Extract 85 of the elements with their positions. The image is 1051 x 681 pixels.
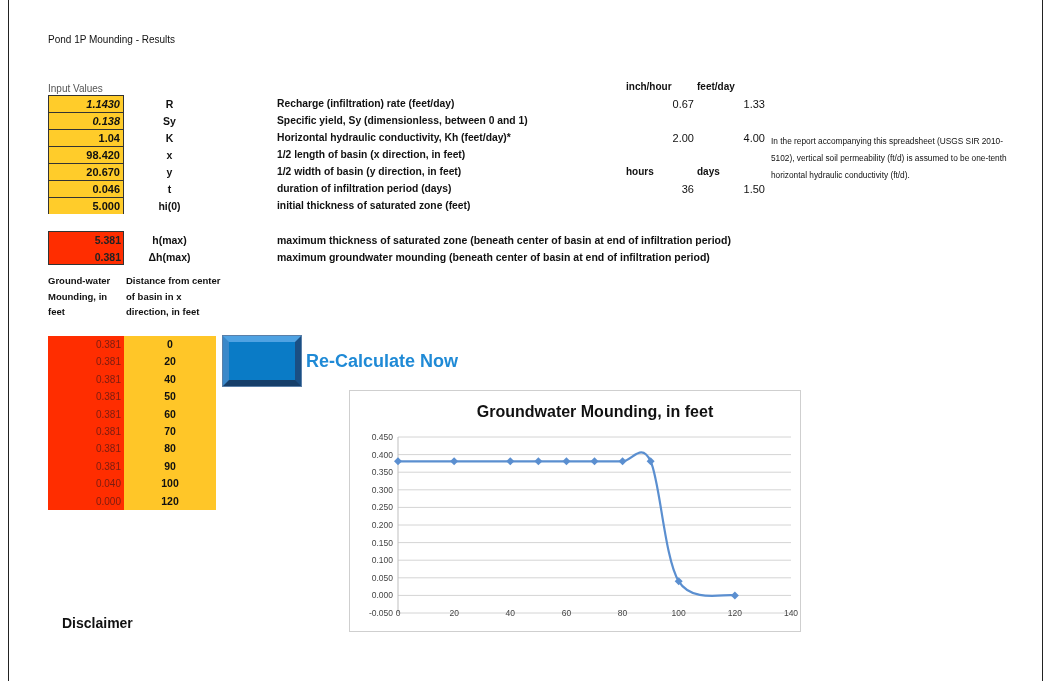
axis-label: 0.200	[371, 520, 393, 530]
chart-title: Groundwater Mounding, in feet	[476, 403, 714, 420]
recalculate-label: Re-Calculate Now	[306, 350, 459, 372]
symbol-label: y	[165, 165, 174, 178]
sheet-title: Pond 1P Mounding - Results	[48, 33, 177, 47]
table-cell-text: 2.00	[672, 131, 695, 144]
axis-label: 60	[561, 608, 572, 618]
parameter-description: Recharge (infiltration) rate (feet/day)	[277, 98, 455, 109]
input-cell[interactable]: 98.420	[48, 146, 124, 163]
footnote: In the report accompanying this spreadsheet (USGS SIR 2010-5102), vertical soil permeability (ft/d) is assumed to be one-tenth horizontal hydraulic conductivity (ft/d).	[770, 135, 1008, 182]
axis-label: 0.300	[371, 484, 393, 495]
table-cell: 0.381	[48, 388, 124, 406]
parameter-description: Horizontal hydraulic conductivity, Kh (feet/day)*	[277, 132, 511, 143]
parameter-description: 1/2 length of basin (x direction, in feet)	[277, 149, 466, 160]
data-point	[646, 457, 655, 466]
data-point	[506, 457, 515, 466]
table-cell: 20	[124, 353, 216, 371]
symbol-label: x	[165, 148, 174, 161]
symbol-label: R	[164, 97, 175, 110]
disclaimer-heading: Disclaimer	[62, 614, 133, 631]
input-cell[interactable]: 5.000	[48, 197, 124, 214]
recalculate-button[interactable]	[223, 336, 301, 386]
parameter-description: duration of infiltration period (days)	[277, 183, 452, 194]
table-cell: 0.381	[48, 336, 124, 354]
table-cell-text: 0.67	[672, 97, 695, 110]
table-cell: 100	[124, 475, 216, 493]
axis-label: 20	[449, 608, 459, 618]
axis-label: 0.250	[371, 502, 393, 513]
table-cell: 0	[124, 336, 216, 354]
table-cell: 80	[124, 440, 216, 458]
input-cell[interactable]: 0.138	[48, 112, 124, 129]
result-description: maximum groundwater mounding (beneath center of basin at end of infiltration period)	[277, 250, 710, 263]
table-cell-text: 36	[681, 182, 695, 195]
axis-label: 0	[395, 608, 401, 618]
axis-label: 80	[617, 608, 628, 618]
column-header: Distance from center of basin in x direction, in feet	[126, 274, 222, 319]
parameter-description: initial thickness of saturated zone (feet)	[277, 200, 471, 211]
symbol-label: hi(0)	[157, 199, 182, 212]
result-description: maximum thickness of saturated zone (beneath center of basin at end of infiltration period)	[277, 233, 731, 246]
table-cell: 0.381	[48, 440, 124, 458]
parameter-description: 1/2 width of basin (y direction, in feet)	[277, 166, 462, 177]
column-header: Ground-water Mounding, in feet	[48, 274, 112, 319]
input-cell[interactable]: 20.670	[48, 163, 124, 180]
column-header: inch/hour	[626, 81, 672, 92]
data-point	[674, 577, 683, 586]
axis-label: 0.450	[371, 432, 393, 442]
axis-label: 0.000	[371, 590, 393, 601]
data-point	[450, 457, 459, 466]
result-value: 5.381	[93, 233, 122, 246]
axis-label: 0.100	[371, 555, 393, 566]
table-cell: 0.040	[48, 475, 124, 493]
axis-label: 100	[671, 608, 686, 618]
table-cell-text: 4.00	[743, 131, 766, 144]
axis-label: 0.400	[371, 449, 393, 460]
column-header: hours	[626, 166, 654, 177]
data-point	[730, 591, 739, 600]
axis-label: 0.150	[371, 537, 393, 548]
data-point	[590, 457, 599, 466]
section-label: Input Values	[48, 83, 104, 95]
axis-label: 140	[783, 608, 799, 618]
axis-label: 120	[727, 608, 742, 618]
symbol-label: Δh(max)	[147, 250, 192, 263]
column-header: days	[697, 166, 720, 177]
symbol-label: K	[164, 131, 175, 144]
data-point	[534, 457, 543, 466]
symbol-label: t	[166, 182, 173, 195]
symbol-label: h(max)	[151, 233, 188, 246]
table-cell-text: 1.50	[743, 182, 766, 195]
data-point	[562, 457, 571, 466]
data-point	[618, 457, 627, 466]
axis-label: 0.050	[371, 572, 393, 583]
axis-label: 40	[505, 608, 515, 618]
input-cell[interactable]: 1.04	[48, 129, 124, 146]
parameter-description: Specific yield, Sy (dimensionless, between 0 and 1)	[277, 115, 528, 126]
table-cell: 0.381	[48, 353, 124, 371]
data-point	[394, 457, 402, 466]
column-header: feet/day	[697, 81, 735, 92]
axis-label: -0.050	[368, 608, 393, 618]
input-cell[interactable]: 0.046	[48, 180, 124, 197]
axis-label: 0.350	[371, 467, 393, 478]
symbol-label: Sy	[162, 114, 177, 127]
result-value: 0.381	[93, 250, 122, 263]
input-cell[interactable]: 1.1430	[48, 95, 124, 112]
table-cell: 50	[124, 388, 216, 406]
table-cell-text: 1.33	[743, 97, 766, 110]
